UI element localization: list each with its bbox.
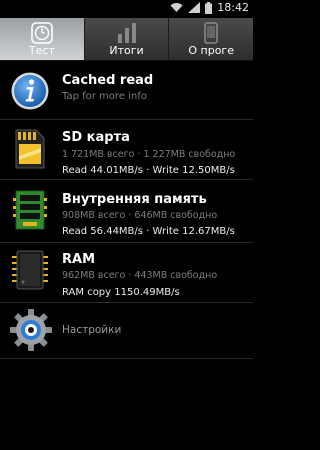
ram-item[interactable]: RAM 962MB всего · 443MB свободно RAM cop… xyxy=(0,242,253,303)
status-bar: 18:42 xyxy=(0,0,253,17)
gauge-icon xyxy=(31,22,53,44)
tab-about-label: О проге xyxy=(188,44,234,57)
internal-memory-capacity: 908MB всего · 646MB свободно xyxy=(62,210,218,221)
sd-card-title: SD карта xyxy=(62,130,130,145)
cached-read-item[interactable]: Cached read Tap for more info xyxy=(0,61,253,120)
phone-icon xyxy=(204,22,218,44)
wifi-icon xyxy=(170,3,183,12)
tab-results[interactable]: Итоги xyxy=(85,18,170,60)
ram-title: RAM xyxy=(62,252,96,267)
memory-stick-icon xyxy=(13,190,47,230)
status-time: 18:42 xyxy=(217,1,249,14)
internal-memory-title: Внутренняя память xyxy=(62,192,207,207)
sd-card-speed: Read 44.01MB/s · Write 12.50MB/s xyxy=(62,165,235,176)
gear-icon xyxy=(10,309,52,351)
bar-chart-icon xyxy=(117,23,136,43)
internal-memory-speed: Read 56.44MB/s · Write 12.67MB/s xyxy=(62,226,235,237)
sd-card-icon xyxy=(15,129,45,169)
info-icon xyxy=(11,72,49,110)
sd-card-item[interactable]: SD карта 1 721MB всего · 1 227MB свободн… xyxy=(0,119,253,180)
tab-test-label: Тест xyxy=(28,44,55,57)
ram-capacity: 962MB всего · 443MB свободно xyxy=(62,270,218,281)
tab-results-label: Итоги xyxy=(109,44,144,57)
internal-memory-item[interactable]: Внутренняя память 908MB всего · 646MB св… xyxy=(0,179,253,243)
settings-label: Настройки xyxy=(62,324,122,336)
tab-test[interactable]: Тест xyxy=(0,18,85,60)
tab-bar: Тест Итоги О проге xyxy=(0,18,253,61)
chip-icon xyxy=(12,250,48,290)
settings-item[interactable]: Настройки xyxy=(0,302,253,359)
tab-about[interactable]: О проге xyxy=(169,18,253,60)
battery-icon xyxy=(205,1,213,14)
signal-icon xyxy=(188,2,201,13)
ram-speed: RAM copy 1150.49MB/s xyxy=(62,287,180,298)
sd-card-capacity: 1 721MB всего · 1 227MB свободно xyxy=(62,149,236,160)
cached-read-title: Cached read xyxy=(62,73,154,88)
cached-read-subtitle: Tap for more info xyxy=(62,91,147,102)
